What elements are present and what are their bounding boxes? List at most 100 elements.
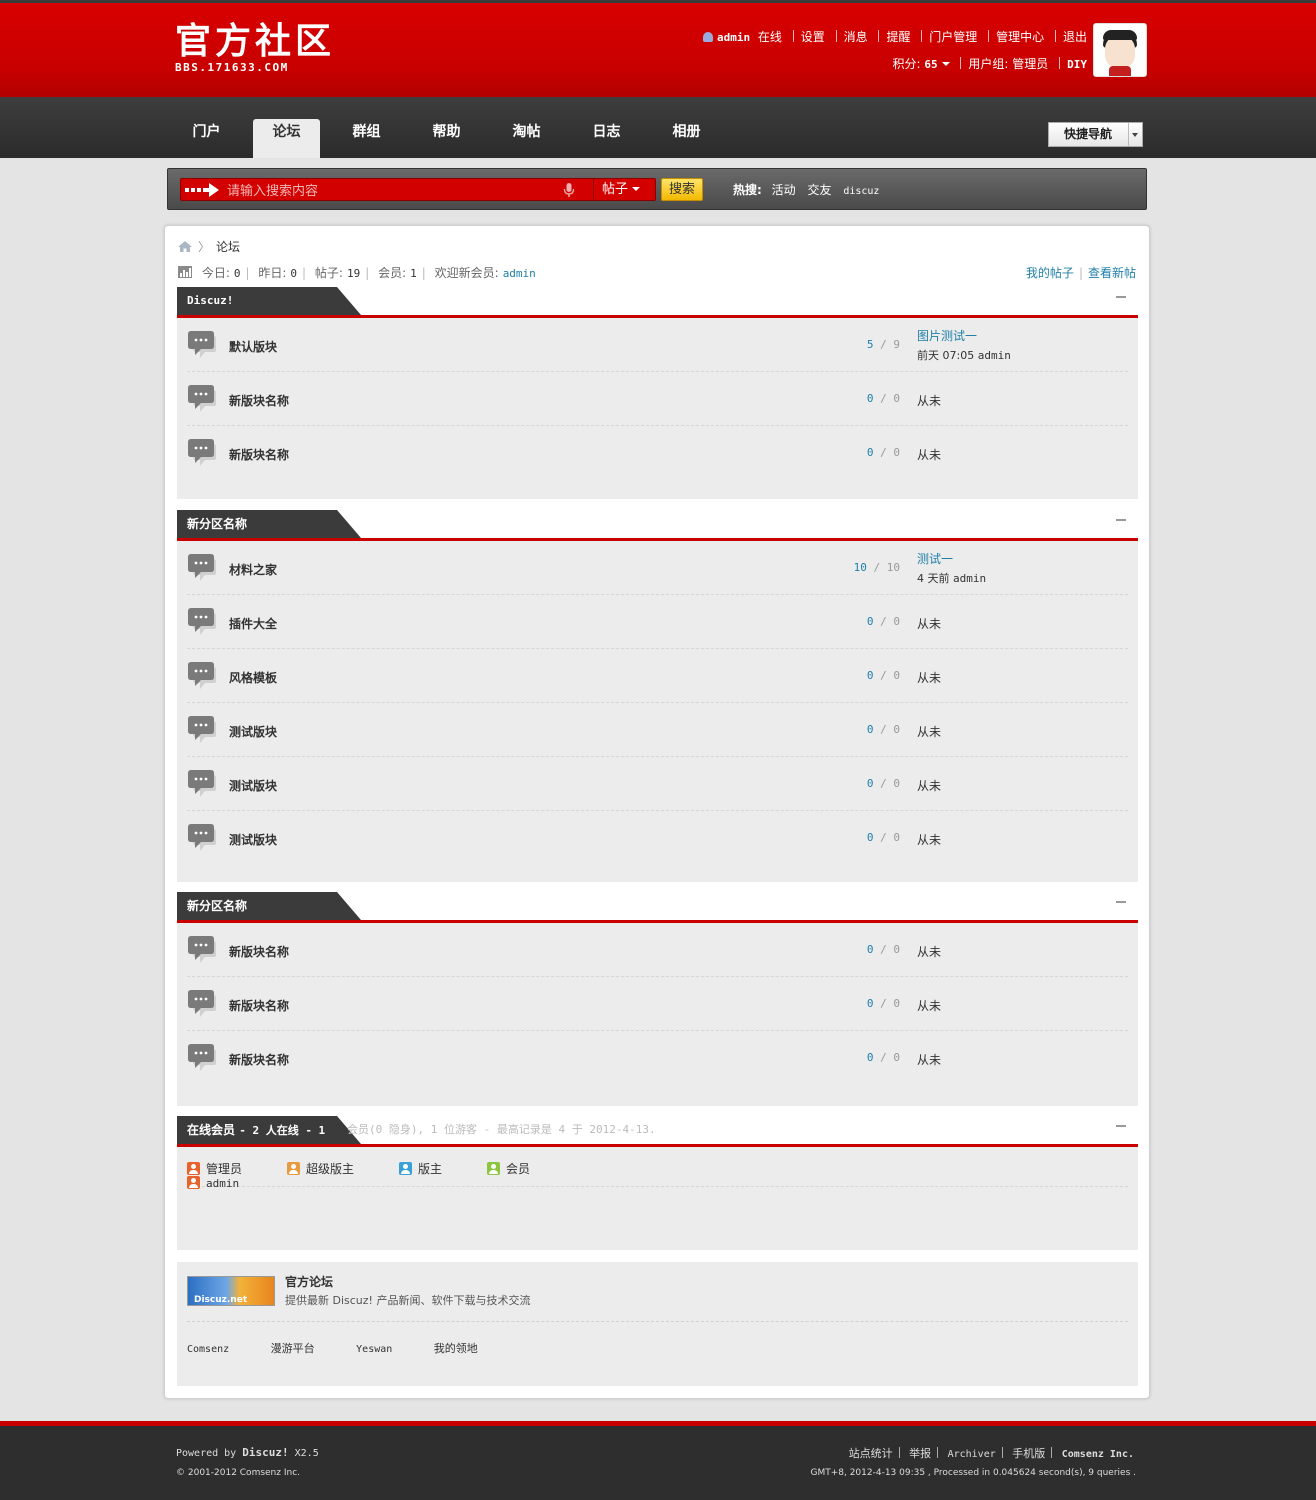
collapse-icon[interactable] [1116,519,1126,521]
new-posts-link[interactable]: 查看新帖 [1088,266,1136,280]
forum-counts: 0 / 0 [866,669,900,682]
username-link[interactable]: admin [717,31,750,44]
nav-item-help[interactable]: 帮助 [413,119,480,156]
quick-nav-button[interactable]: 快捷导航 [1048,122,1143,147]
online-status[interactable]: 在线 [758,28,782,45]
divider [988,30,990,42]
home-icon[interactable] [178,241,192,252]
last-post-user-link[interactable]: admin [978,349,1011,362]
forum-name-link[interactable]: 测试版块 [229,831,277,848]
last-post-time: 前天 07:05 [917,349,975,362]
online-user[interactable]: admin [187,1176,239,1190]
hot-word-link[interactable]: 活动 [772,183,796,197]
speech-bubble-icon [188,662,216,689]
hot-word-link[interactable]: discuz [843,186,879,197]
company-link[interactable]: Comsenz Inc. [1062,1449,1134,1460]
settings-link[interactable]: 设置 [801,28,825,45]
discuz-logo-badge[interactable]: Discuz.net [187,1276,275,1306]
category-title[interactable]: 新分区名称 [177,510,361,538]
hot-word-link[interactable]: 交友 [807,183,831,197]
forum-counts: 0 / 0 [866,997,900,1010]
category-title[interactable]: Discuz! [177,287,361,315]
posts-value: 19 [346,267,361,280]
forum-row: 测试版块 0 / 0 从未 [187,811,1128,864]
forum-name-link[interactable]: 新版块名称 [229,392,289,409]
nav-item-album[interactable]: 相册 [653,119,720,156]
forum-name-link[interactable]: 测试版块 [229,723,277,740]
forum-name-link[interactable]: 新版块名称 [229,1051,289,1068]
user-group-legend: 管理员 超级版主 版主 会员 [187,1147,1128,1187]
thread-count: 0 [866,943,874,956]
nav-item-blog[interactable]: 日志 [573,119,640,156]
collapse-icon[interactable] [1116,1125,1126,1127]
text-link[interactable]: 我的领地 [434,1340,478,1356]
post-count: 10 [886,561,900,574]
link-description: 提供最新 Discuz! 产品新闻、软件下载与技术交流 [285,1294,531,1307]
forum-name-link[interactable]: 插件大全 [229,615,277,632]
report-link[interactable]: 举报 [909,1447,931,1460]
user-icon [187,1176,200,1189]
thread-count: 0 [866,723,874,736]
site-logo[interactable]: 官方社区 BBS.171633.COM [175,23,335,75]
text-link[interactable]: Comsenz [187,1344,229,1355]
forum-name-link[interactable]: 新版块名称 [229,997,289,1014]
forum-name-link[interactable]: 风格模板 [229,669,277,686]
diy-link[interactable]: DIY [1067,58,1087,71]
nav-item-portal[interactable]: 门户 [173,119,240,156]
link-name[interactable]: 官方论坛 [285,1273,333,1290]
messages-link[interactable]: 消息 [844,28,868,45]
online-members: 在线会员 - 2 人在线 - 1 会员(0 隐身), 1 位游客 - 最高记录是… [177,1116,1138,1250]
last-post-title-link[interactable]: 图片测试一 [917,327,1011,344]
forum-counts: 10 / 10 [853,561,900,574]
forum-name-link[interactable]: 默认版块 [229,338,277,355]
category-header: Discuz! [177,287,1138,318]
portal-admin-link[interactable]: 门户管理 [929,28,977,45]
forum-row: 测试版块 0 / 0 从未 [187,757,1128,811]
last-post-title-link[interactable]: 测试一 [917,550,986,567]
powered-name-link[interactable]: Discuz! [242,1446,288,1459]
search-box: 帖子 [180,178,656,201]
text-link[interactable]: 漫游平台 [271,1340,315,1356]
post-count: 0 [893,777,900,790]
category-title[interactable]: 新分区名称 [177,892,361,920]
breadcrumb: 〉论坛 [178,238,240,255]
breadcrumb-current[interactable]: 论坛 [216,240,240,254]
forum-category: Discuz! 默认版块 5 / 9 图片测试一 前天 07:05 admin 新版块名… [177,287,1138,499]
nav-item-groups[interactable]: 群组 [333,119,400,156]
forum-name-link[interactable]: 测试版块 [229,777,277,794]
search-button[interactable]: 搜索 [661,178,703,201]
mobile-link[interactable]: 手机版 [1012,1447,1045,1460]
forum-name-link[interactable]: 新版块名称 [229,943,289,960]
notifications-link[interactable]: 提醒 [886,28,910,45]
thread-count: 0 [866,669,874,682]
search-input[interactable] [227,180,587,200]
logout-link[interactable]: 退出 [1063,28,1087,45]
nav-item-forum[interactable]: 论坛 [253,119,320,158]
forum-name-link[interactable]: 材料之家 [229,561,277,578]
thread-count: 0 [866,997,874,1010]
last-post: 测试一 4 天前 admin [917,550,986,586]
text-link[interactable]: Yeswan [356,1344,392,1355]
newest-member-link[interactable]: admin [503,267,536,280]
collapse-icon[interactable] [1116,901,1126,903]
online-summary: - 2 人在线 - 1 [239,1124,326,1137]
archiver-link[interactable]: Archiver [948,1449,996,1460]
last-post-user-link[interactable]: admin [953,572,986,585]
nav-list: 门户 论坛 群组 帮助 淘帖 日志 相册 [173,119,733,158]
collapse-icon[interactable] [1116,296,1126,298]
hot-search-label: 热搜: [733,183,762,197]
my-posts-link[interactable]: 我的帖子 [1026,266,1074,280]
points-menu[interactable]: 积分: 65 [892,55,950,72]
online-title[interactable]: 在线会员 - 2 人在线 - 1 [177,1116,361,1144]
logo-main-text: 官方社区 [175,21,336,62]
avatar[interactable] [1093,23,1147,77]
admin-center-link[interactable]: 管理中心 [996,28,1044,45]
microphone-icon[interactable] [563,182,575,198]
stats-link[interactable]: 站点统计 [849,1447,893,1460]
usergroup-link[interactable]: 用户组: 管理员 [968,55,1048,72]
divider [835,30,837,42]
arrow-right-icon [185,183,219,197]
forum-name-link[interactable]: 新版块名称 [229,446,289,463]
nav-item-collection[interactable]: 淘帖 [493,119,560,156]
search-type-select[interactable]: 帖子 [593,179,655,200]
